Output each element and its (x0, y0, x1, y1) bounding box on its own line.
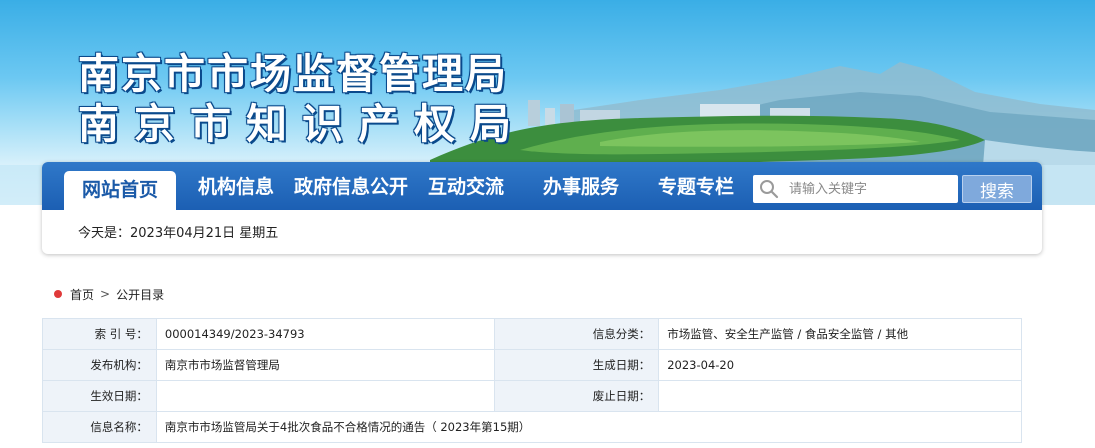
breadcrumb: 首页 > 公开目录 (54, 286, 164, 302)
table-row: 索 引 号： 000014349/2023-34793 信息分类： 市场监管、安… (42, 318, 1022, 350)
nav-item-organization[interactable]: 机构信息 (198, 162, 274, 210)
nav-container: 网站首页 机构信息 政府信息公开 互动交流 办事服务 专题专栏 搜索 今天是：2… (42, 162, 1042, 254)
created-date-label: 生成日期： (494, 349, 660, 381)
current-date: 今天是：2023年04月21日 星期五 (78, 226, 279, 241)
info-name-value: 南京市市场监管局关于4批次食品不合格情况的通告（ 2023年第15期） (155, 411, 1023, 443)
publisher-value: 南京市市场监督管理局 (155, 349, 496, 381)
info-meta-table: 索 引 号： 000014349/2023-34793 信息分类： 市场监管、安… (42, 318, 1023, 443)
publisher-label: 发布机构： (42, 349, 157, 381)
table-row: 信息名称： 南京市市场监管局关于4批次食品不合格情况的通告（ 2023年第15期… (42, 411, 1023, 443)
breadcrumb-separator: > (100, 287, 111, 301)
expiry-date-value (658, 380, 1022, 412)
main-nav: 网站首页 机构信息 政府信息公开 互动交流 办事服务 专题专栏 搜索 (42, 162, 1042, 210)
site-title-line2: 南京市知识产权局 (78, 100, 526, 148)
category-value: 市场监管、安全生产监管 / 食品安全监管 / 其他 (658, 318, 1022, 350)
info-name-label: 信息名称： (42, 411, 157, 443)
nav-item-home[interactable]: 网站首页 (64, 171, 177, 210)
expiry-date-label: 废止日期： (494, 380, 660, 412)
index-number-value: 000014349/2023-34793 (155, 318, 496, 350)
search-input[interactable] (789, 175, 954, 203)
table-row: 发布机构： 南京市市场监督管理局 生成日期： 2023-04-20 (42, 349, 1022, 381)
table-row: 生效日期： 废止日期： (42, 380, 1022, 412)
nav-item-interaction[interactable]: 互动交流 (428, 162, 504, 210)
nav-item-services[interactable]: 办事服务 (543, 162, 619, 210)
created-date-value: 2023-04-20 (658, 349, 1022, 381)
search-button[interactable]: 搜索 (962, 175, 1032, 203)
search-box (753, 175, 958, 203)
breadcrumb-home[interactable]: 首页 (70, 286, 94, 303)
home-icon (54, 290, 62, 298)
index-number-label: 索 引 号： (42, 318, 157, 350)
nav-item-special-topics[interactable]: 专题专栏 (658, 162, 734, 210)
search-icon (760, 180, 779, 199)
effective-date-value (155, 380, 496, 412)
effective-date-label: 生效日期： (42, 380, 157, 412)
nav-item-gov-info[interactable]: 政府信息公开 (294, 162, 408, 210)
breadcrumb-current[interactable]: 公开目录 (116, 286, 164, 303)
category-label: 信息分类： (494, 318, 660, 350)
